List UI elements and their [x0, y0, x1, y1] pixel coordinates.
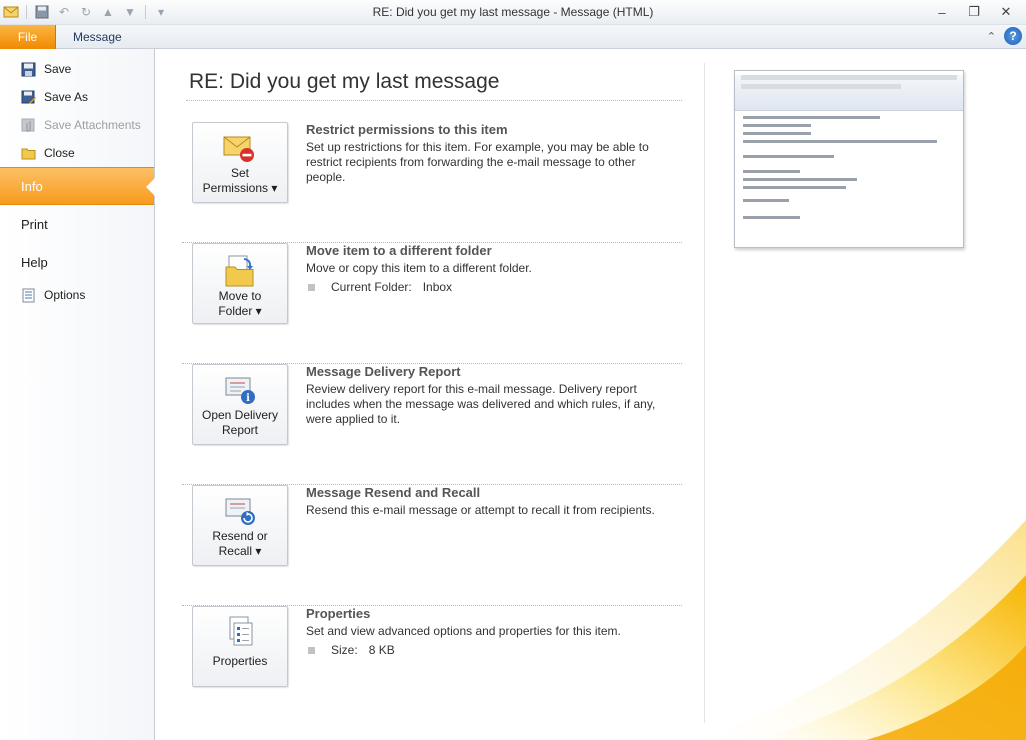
move-to-folder-label-1: Move to	[218, 289, 262, 303]
open-delivery-report-button[interactable]: i Open Delivery Report	[192, 364, 288, 445]
backstage-nav: Save Save As Save Attachments Close Info…	[0, 49, 155, 740]
svg-text:i: i	[246, 393, 250, 404]
info-pane: RE: Did you get my last message Set Perm…	[156, 49, 1026, 740]
divider	[186, 100, 682, 101]
section-description: Review delivery report for this e-mail m…	[306, 382, 656, 426]
section-description: Set up restrictions for this item. For e…	[306, 140, 649, 184]
resend-or-recall-label-2: Recall ▾	[218, 544, 262, 558]
nav-print[interactable]: Print	[0, 205, 154, 243]
properties-icon	[229, 616, 253, 646]
ribbon-tab-row: File Message ⌃ ?	[0, 25, 1026, 49]
section-description: Move or copy this item to a different fo…	[306, 261, 532, 275]
section-body: Restrict permissions to this item Set up…	[306, 122, 666, 185]
nav-options[interactable]: Options	[0, 281, 154, 309]
minimize-icon[interactable]: –	[928, 2, 956, 22]
detail-key: Current Folder:	[331, 280, 412, 294]
folder-icon	[21, 146, 36, 161]
move-to-folder-label-2: Folder ▾	[218, 304, 262, 318]
page-title: RE: Did you get my last message	[189, 70, 500, 93]
open-delivery-report-label-2: Report	[221, 423, 259, 437]
section-title: Message Delivery Report	[306, 364, 461, 379]
close-icon[interactable]: ✕	[992, 2, 1020, 22]
nav-info[interactable]: Info	[0, 167, 155, 205]
section-body: Message Resend and Recall Resend this e-…	[306, 485, 666, 518]
minimize-ribbon-icon[interactable]: ⌃	[987, 30, 996, 43]
section-permissions: Set Permissions ▾ Restrict permissions t…	[182, 122, 682, 243]
set-permissions-label-1: Set	[230, 166, 249, 180]
section-title: Restrict permissions to this item	[306, 122, 508, 137]
window-controls: – ❐ ✕	[928, 2, 1020, 22]
help-icon[interactable]: ?	[1004, 27, 1022, 45]
detail-value: 8 KB	[368, 643, 395, 657]
nav-save-attachments: Save Attachments	[0, 111, 154, 139]
restore-icon[interactable]: ❐	[960, 2, 988, 22]
current-folder-detail: Current Folder: Inbox	[306, 280, 666, 294]
properties-label: Properties	[212, 654, 268, 668]
section-properties: Properties Properties Set and view advan…	[182, 606, 682, 716]
thumbnail-ribbon	[735, 75, 963, 111]
nav-options-label: Options	[44, 288, 86, 302]
bullet-icon	[308, 283, 315, 291]
message-preview-thumbnail	[734, 70, 964, 248]
set-permissions-button[interactable]: Set Permissions ▾	[192, 122, 288, 203]
title-bar: ↶ ↻ ▲ ▼ ▾ RE: Did you get my last messag…	[0, 0, 1026, 25]
save-as-icon	[21, 90, 36, 105]
nav-save-attachments-label: Save Attachments	[44, 118, 141, 132]
section-delivery-report: i Open Delivery Report Message Delivery …	[182, 364, 682, 485]
section-body: Move item to a different folder Move or …	[306, 243, 666, 294]
nav-help[interactable]: Help	[0, 243, 154, 281]
section-body: Properties Set and view advanced options…	[306, 606, 666, 657]
set-permissions-label-2: Permissions ▾	[202, 181, 278, 195]
section-description: Set and view advanced options and proper…	[306, 624, 621, 638]
window-title: RE: Did you get my last message - Messag…	[372, 5, 654, 19]
pane-divider	[704, 63, 705, 723]
nav-save-as-label: Save As	[44, 90, 89, 104]
size-detail: Size: 8 KB	[306, 643, 666, 657]
tab-message[interactable]: Message	[62, 25, 133, 49]
section-body: Message Delivery Report Review delivery …	[306, 364, 666, 427]
section-resend-recall: Resend or Recall ▾ Message Resend and Re…	[182, 485, 682, 606]
nav-save-label: Save	[44, 62, 72, 76]
decorative-swoosh	[696, 520, 1026, 740]
ribbon-tools: ⌃ ?	[987, 27, 1022, 45]
resend-or-recall-label-1: Resend or	[212, 529, 268, 543]
detail-key: Size:	[331, 643, 358, 657]
move-to-folder-button[interactable]: Move to Folder ▾	[192, 243, 288, 324]
nav-save-as[interactable]: Save As	[0, 83, 154, 111]
nav-close-label: Close	[44, 146, 75, 160]
attachment-icon	[21, 118, 36, 133]
save-icon	[21, 62, 36, 77]
open-delivery-report-label-1: Open Delivery	[201, 408, 279, 422]
detail-value: Inbox	[422, 280, 453, 294]
delivery-report-icon: i	[225, 377, 255, 404]
section-title: Move item to a different folder	[306, 243, 492, 258]
options-icon	[21, 288, 36, 303]
properties-button[interactable]: Properties	[192, 606, 288, 687]
section-move: Move to Folder ▾ Move item to a differen…	[182, 243, 682, 364]
resend-or-recall-button[interactable]: Resend or Recall ▾	[192, 485, 288, 566]
bullet-icon	[308, 646, 315, 654]
section-description: Resend this e-mail message or attempt to…	[306, 503, 655, 517]
tab-file[interactable]: File	[0, 25, 56, 49]
section-title: Properties	[306, 606, 371, 621]
resend-recall-icon	[225, 498, 255, 525]
section-title: Message Resend and Recall	[306, 485, 481, 500]
permissions-icon	[223, 136, 254, 162]
nav-close[interactable]: Close	[0, 139, 154, 167]
nav-save[interactable]: Save	[0, 55, 154, 83]
move-folder-icon	[225, 255, 254, 287]
